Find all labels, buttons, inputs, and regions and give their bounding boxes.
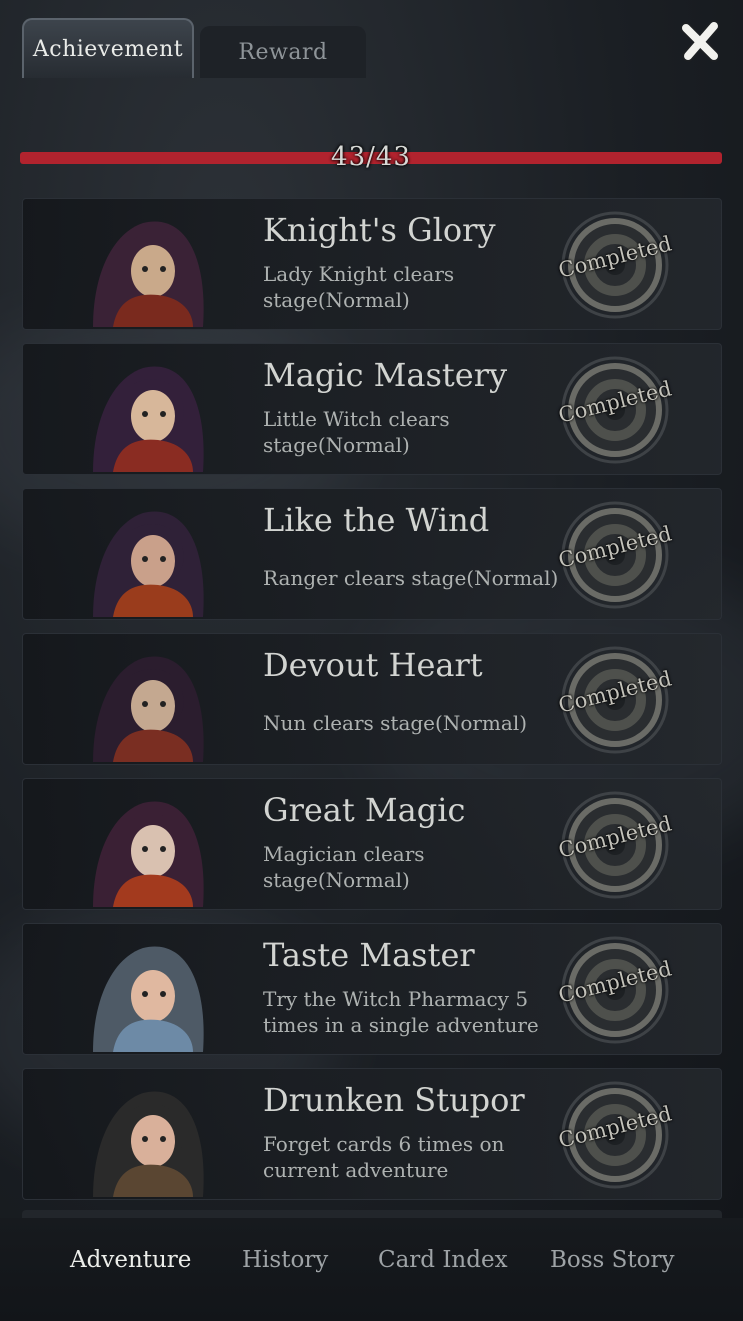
achievement-title: Taste Master (263, 936, 475, 974)
character-portrait-icon (93, 801, 204, 907)
tab-label: Reward (238, 39, 328, 65)
achievement-description: Nun clears stage(Normal) (263, 711, 528, 735)
completed-badge: Completed (556, 934, 674, 1046)
achievement-title: Like the Wind (263, 501, 490, 539)
tab-label: Achievement (32, 36, 184, 62)
achievement-description: Lady Knight clears stage(Normal) (263, 262, 455, 312)
achievement-title: Devout Heart (263, 646, 483, 684)
achievement-list[interactable]: Drunken Stupor Forget cards 6 times on c… (22, 198, 722, 1218)
character-portrait-icon (93, 1091, 204, 1197)
achievement-card[interactable]: Knight's Glory Lady Knight clears stage(… (22, 198, 722, 330)
achievement-description: Ranger clears stage(Normal) (263, 566, 559, 590)
achievement-description: Magician clears stage(Normal) (263, 842, 425, 892)
achievement-progress-bar: 43/43 (20, 142, 722, 172)
achievement-card[interactable]: Like the Wind Ranger clears stage(Normal… (22, 488, 722, 620)
completed-badge: Completed (556, 1079, 674, 1191)
achievement-description: Little Witch clears stage(Normal) (263, 407, 450, 457)
completed-badge: Completed (556, 644, 674, 756)
achievement-description: Forget cards 6 times on current adventur… (263, 1132, 505, 1182)
nav-card-index[interactable]: Card Index (378, 1240, 508, 1280)
achievement-title: Knight's Glory (263, 211, 496, 249)
close-icon (680, 20, 720, 62)
achievement-card[interactable]: Taste Master Try the Witch Pharmacy 5 ti… (22, 923, 722, 1055)
achievement-title: Drunken Stupor (263, 1081, 525, 1119)
character-portrait-icon (93, 946, 204, 1052)
character-portrait-icon (93, 656, 204, 762)
completed-badge: Completed (556, 789, 674, 901)
achievement-card[interactable]: Great Magic Magician clears stage(Normal… (22, 778, 722, 910)
tab-achievement[interactable]: Achievement (22, 18, 194, 78)
character-portrait-icon (93, 221, 204, 327)
character-portrait-icon (93, 511, 204, 617)
completed-badge: Completed (556, 499, 674, 611)
close-button[interactable] (678, 18, 724, 64)
achievement-title: Great Magic (263, 791, 466, 829)
nav-adventure[interactable]: Adventure (70, 1240, 191, 1280)
completed-badge: Completed (556, 209, 674, 321)
completed-badge: Completed (556, 354, 674, 466)
character-portrait-icon (93, 366, 204, 472)
nav-history[interactable]: History (242, 1240, 328, 1280)
progress-count: 43/43 (331, 142, 411, 172)
achievement-title: Magic Mastery (263, 356, 508, 394)
achievement-description: Try the Witch Pharmacy 5 times in a sing… (263, 987, 539, 1037)
list-item-partial (22, 1210, 722, 1218)
nav-boss-story[interactable]: Boss Story (550, 1240, 675, 1280)
achievement-card[interactable]: Devout Heart Nun clears stage(Normal) Co… (22, 633, 722, 765)
achievement-card[interactable]: Magic Mastery Little Witch clears stage(… (22, 343, 722, 475)
achievement-card[interactable]: Drunken Stupor Forget cards 6 times on c… (22, 1068, 722, 1200)
tab-reward[interactable]: Reward (200, 26, 366, 78)
